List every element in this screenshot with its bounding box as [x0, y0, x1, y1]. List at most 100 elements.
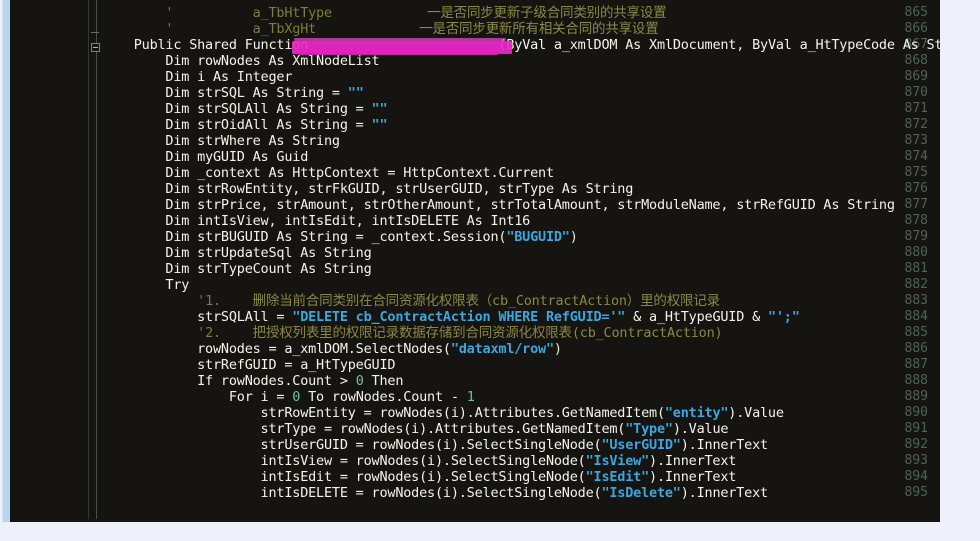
code-token: "" — [371, 101, 388, 117]
code-token: Dim strSQL As String = — [102, 85, 348, 101]
code-token: ).InnerText — [649, 453, 737, 469]
code-line[interactable]: rowNodes = a_xmlDOM.SelectNodes("dataxml… — [102, 341, 562, 357]
code-token: ) — [569, 229, 578, 245]
code-line[interactable]: Dim rowNodes As XmlNodeList — [102, 53, 379, 69]
code-line[interactable]: strType = rowNodes(i).Attributes.GetName… — [102, 421, 729, 437]
code-token: Dim strOidAll As String = — [102, 117, 372, 133]
code-token: "" — [347, 85, 364, 101]
code-token: Then — [363, 373, 404, 389]
code-line[interactable]: Dim strOidAll As String = "" — [102, 117, 387, 133]
code-token: If rowNodes.Count > — [102, 373, 356, 389]
code-token: Dim rowNodes As XmlNodeList — [102, 53, 380, 69]
code-line[interactable]: Dim intIsView, intIsEdit, intIsDELETE As… — [102, 213, 530, 229]
code-line[interactable]: Dim strBUGUID As String = _context.Sessi… — [102, 229, 578, 245]
outlining-region-tick-icon — [91, 32, 99, 33]
code-line[interactable]: Dim strWhere As String — [102, 133, 340, 149]
code-line[interactable]: intIsDELETE = rowNodes(i).SelectSingleNo… — [102, 485, 769, 501]
code-token: "DELETE cb_ContractAction WHERE RefGUID=… — [292, 309, 626, 325]
code-token: "" — [371, 117, 388, 133]
code-line[interactable]: ' a_TbXgHt 一是否同步更新所有相关合同的共享设置 — [102, 21, 659, 37]
code-line[interactable]: ' a_TbHtType 一是否同步更新子级合同类别的共享设置 — [102, 5, 666, 21]
code-line[interactable]: intIsEdit = rowNodes(i).SelectSingleNode… — [102, 469, 737, 485]
code-token: Dim i As Integer — [102, 69, 293, 85]
code-token: Try — [102, 277, 190, 293]
code-token: & a_HtTypeGUID & — [625, 309, 768, 325]
gutter-separator — [88, 0, 89, 522]
code-token: "IsEdit" — [585, 469, 650, 485]
code-line[interactable]: Dim strPrice, strAmount, strOtherAmount,… — [102, 197, 895, 213]
code-token: '1. — [197, 293, 253, 309]
code-token: "BUGUID" — [506, 229, 570, 245]
code-token: Public Shared Function — [102, 37, 317, 53]
code-token: Dim myGUID As Guid — [102, 149, 309, 165]
code-token: Dim strRowEntity, strFkGUID, strUserGUID… — [102, 181, 634, 197]
code-token: intIsEdit = rowNodes(i).SelectSingleNode… — [102, 469, 586, 485]
code-token: Dim strBUGUID As String = _context.Sessi… — [102, 229, 507, 245]
code-token: (ByVal a_xmlDOM As XmlDocument, ByVal a_… — [498, 37, 940, 53]
code-line[interactable]: Dim strUpdateSql As String — [102, 245, 372, 261]
code-token: ).InnerText — [649, 469, 737, 485]
code-token: a_TbXgHt — [173, 21, 420, 37]
code-content-area[interactable]: ' a_TbHtType 一是否同步更新子级合同类别的共享设置 ' a_TbXg… — [102, 0, 940, 522]
code-token: Dim strWhere As String — [102, 133, 340, 149]
code-token: For i = — [102, 389, 293, 405]
code-token: a_TbHtType — [173, 5, 428, 21]
code-line[interactable]: For i = 0 To rowNodes.Count - 1 — [102, 389, 475, 405]
code-line[interactable]: strRefGUID = a_HtTypeGUID — [102, 357, 395, 373]
code-token: To rowNodes.Count - — [300, 389, 467, 405]
code-token: strType = rowNodes(i).Attributes.GetName… — [102, 421, 626, 437]
code-token: strUserGUID = rowNodes(i).SelectSingleNo… — [102, 437, 602, 453]
code-line[interactable]: strSQLAll = "DELETE cb_ContractAction WH… — [102, 309, 800, 325]
code-token: ).Value — [728, 405, 784, 421]
code-line[interactable]: '1. 删除当前合同类别在合同资源化权限表（cb_ContractAction）… — [102, 293, 720, 309]
code-token: Dim intIsView, intIsEdit, intIsDELETE As… — [102, 213, 531, 229]
code-token: ).InnerText — [680, 485, 768, 501]
code-editor-panel[interactable]: 865 866 867 868 869 870 871 872 873 874 875 876 877 8… — [10, 0, 940, 522]
code-line[interactable]: strUserGUID = rowNodes(i).SelectSingleNo… — [102, 437, 769, 453]
code-line[interactable]: Dim strTypeCount As String — [102, 261, 372, 277]
code-token: Dim _context As HttpContext = HttpContex… — [102, 165, 554, 181]
code-token: 删除当前合同类别在合同资源化权限表（cb_ContractAction）里的权限… — [252, 293, 720, 309]
code-token: 一是否同步更新所有相关合同的共享设置 — [419, 21, 659, 37]
code-token: strSQLAll = — [102, 309, 293, 325]
code-line[interactable]: Dim _context As HttpContext = HttpContex… — [102, 165, 554, 181]
code-line[interactable]: Dim strRowEntity, strFkGUID, strUserGUID… — [102, 181, 633, 197]
code-line[interactable]: If rowNodes.Count > 0 Then — [102, 373, 403, 389]
code-line[interactable]: strRowEntity = rowNodes(i).Attributes.Ge… — [102, 405, 784, 421]
code-line[interactable]: Dim strSQLAll As String = "" — [102, 101, 387, 117]
code-token: Dim strPrice, strAmount, strOtherAmount,… — [102, 197, 895, 213]
code-token: "IsView" — [585, 453, 650, 469]
outlining-collapse-icon[interactable] — [91, 43, 100, 52]
code-token: 把授权列表里的权限记录数据存储到合同资源化权限表(cb_ContractActi… — [252, 325, 723, 341]
code-token: strRowEntity = rowNodes(i).Attributes.Ge… — [102, 405, 666, 421]
code-line[interactable]: Dim i As Integer — [102, 69, 292, 85]
code-token: "IsDelete" — [601, 485, 681, 501]
outlining-indent-guide — [96, 0, 97, 522]
code-token: 一是否同步更新子级合同类别的共享设置 — [427, 5, 667, 21]
code-line[interactable]: Dim myGUID As Guid — [102, 149, 308, 165]
code-line[interactable]: Try — [102, 277, 189, 293]
code-line[interactable]: Public Shared Function (ByVal a_xmlDOM A… — [102, 37, 940, 53]
code-token: "UserGUID" — [601, 437, 681, 453]
function-name-redaction-stroke-bottom — [298, 52, 498, 55]
code-token: ).InnerText — [680, 437, 768, 453]
editor-bottom-clip — [10, 519, 940, 522]
line-number-gutter — [10, 0, 88, 522]
code-token: strRefGUID = a_HtTypeGUID — [102, 357, 396, 373]
code-token: "Type" — [625, 421, 673, 437]
code-line[interactable]: intIsView = rowNodes(i).SelectSingleNode… — [102, 453, 737, 469]
code-token: rowNodes = a_xmlDOM.SelectNodes( — [102, 341, 451, 357]
code-token: 0 — [355, 373, 364, 389]
screenshot-root: 865 866 867 868 869 870 871 872 873 874 875 876 877 8… — [0, 0, 980, 541]
code-token: Dim strTypeCount As String — [102, 261, 372, 277]
code-line[interactable]: '2. 把授权列表里的权限记录数据存储到合同资源化权限表(cb_Contract… — [102, 325, 723, 341]
code-token: Dim strUpdateSql As String — [102, 245, 372, 261]
code-token: Dim strSQLAll As String = — [102, 101, 372, 117]
code-line[interactable]: Dim strSQL As String = "" — [102, 85, 364, 101]
code-token: 1 — [466, 389, 475, 405]
code-token: "';" — [767, 309, 800, 325]
code-token: "dataxml/row" — [450, 341, 554, 357]
